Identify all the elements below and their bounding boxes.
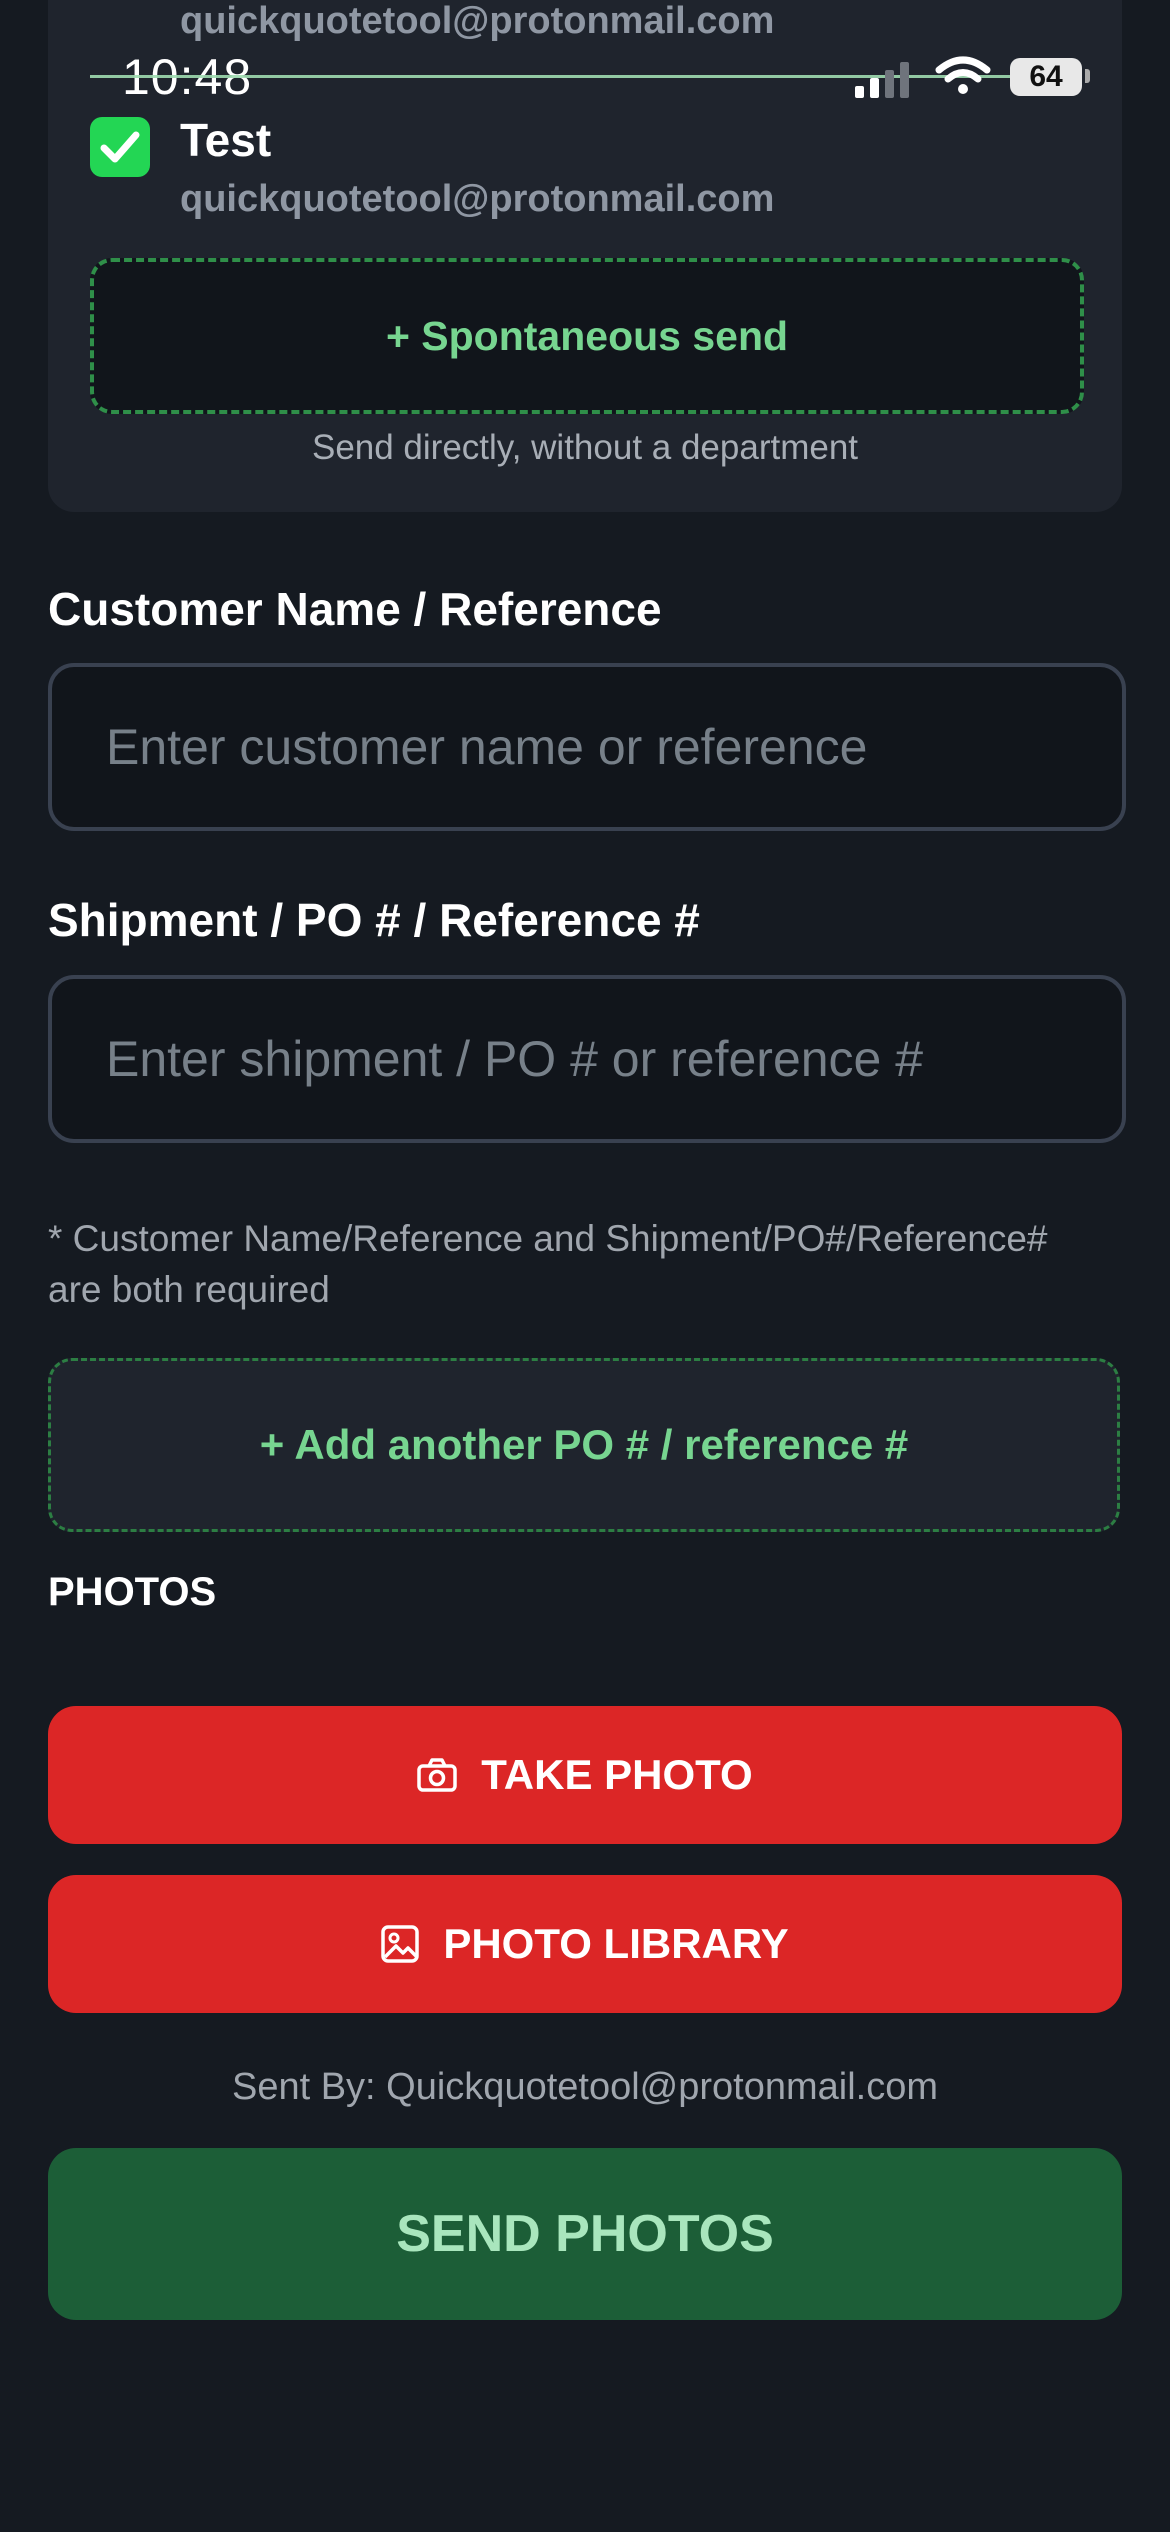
photos-section-label: PHOTOS — [48, 1570, 217, 1614]
image-icon — [381, 1925, 420, 1963]
shipment-label: Shipment / PO # / Reference # — [48, 894, 700, 946]
status-bar-divider — [90, 75, 1080, 78]
send-photos-button[interactable]: SEND PHOTOS — [48, 2148, 1122, 2320]
camera-icon — [417, 1758, 458, 1792]
photo-library-label: PHOTO LIBRARY — [443, 1920, 789, 1967]
battery-tip — [1085, 69, 1090, 83]
photo-library-button[interactable]: PHOTO LIBRARY — [48, 1875, 1122, 2013]
recipient-name[interactable]: Test — [180, 113, 271, 167]
customer-input[interactable]: Enter customer name or reference — [48, 663, 1126, 831]
add-po-button[interactable]: + Add another PO # / reference # — [48, 1358, 1120, 1532]
required-note: * Customer Name/Reference and Shipment/P… — [48, 1218, 1048, 1310]
battery-icon: 64 — [1010, 58, 1082, 96]
check-icon[interactable] — [90, 117, 150, 177]
recipient-email: quickquotetool@protonmail.com — [180, 178, 775, 220]
spontaneous-send-subtitle: Send directly, without a department — [311, 428, 859, 467]
take-photo-button[interactable]: TAKE PHOTO — [48, 1706, 1122, 1844]
take-photo-label: TAKE PHOTO — [481, 1751, 753, 1798]
wifi-icon — [935, 56, 991, 101]
customer-label: Customer Name / Reference — [48, 583, 662, 635]
spontaneous-send-button[interactable]: + Spontaneous send — [90, 258, 1084, 414]
sent-by-text: Sent By: Quickquotetool@protonmail.com — [231, 2066, 939, 2108]
previous-recipient-email: quickquotetool@protonmail.com — [180, 0, 775, 42]
shipment-input[interactable]: Enter shipment / PO # or reference # — [48, 975, 1126, 1143]
signal-icon — [855, 62, 915, 98]
